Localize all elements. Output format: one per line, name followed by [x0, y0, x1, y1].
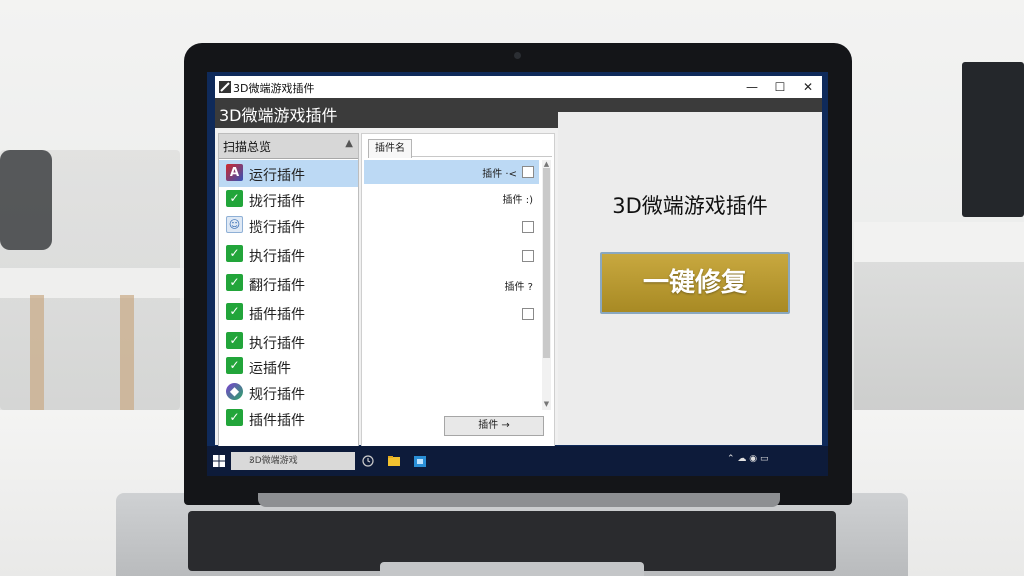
file-explorer-icon[interactable] — [387, 454, 401, 468]
list-item[interactable]: A 运行插件 — [219, 160, 358, 187]
store-icon[interactable] — [413, 454, 427, 468]
background-desk — [0, 268, 190, 298]
list-item[interactable]: ✓ 运插件 — [219, 353, 358, 380]
list-item-label: 揽行插件 — [249, 220, 305, 236]
minimize-button[interactable]: — — [739, 77, 765, 97]
tab-divider — [412, 156, 552, 157]
detail-row[interactable]: 插件 :) — [364, 186, 539, 210]
system-tray-icons[interactable]: ⌃ ☁ ◉ ▭ — [727, 454, 768, 464]
row-checkbox[interactable] — [522, 221, 534, 233]
repair-panel: 3D微端游戏插件 一键修复 — [558, 112, 822, 445]
webcam — [514, 52, 521, 59]
detail-row[interactable] — [364, 244, 539, 268]
task-view-icon[interactable] — [361, 454, 375, 468]
check-icon: ✓ — [226, 303, 243, 320]
scroll-down-icon[interactable]: ▼ — [542, 400, 551, 408]
app-window: 3D微端游戏插件 — ☐ ✕ 3D微端游戏插件 扫描总览 ▲ A 运行插件 ✓ … — [215, 76, 822, 447]
check-icon: ✓ — [226, 190, 243, 207]
windows-start-icon[interactable] — [213, 455, 225, 467]
list-item[interactable]: ✓ 插件插件 — [219, 299, 358, 326]
background-desk-leg — [120, 295, 134, 415]
check-icon: ✓ — [226, 357, 243, 374]
detail-row[interactable] — [364, 215, 539, 239]
window-title: 3D微端游戏插件 — [233, 82, 315, 95]
vertical-scrollbar[interactable]: ▲ ▼ — [542, 160, 551, 410]
repair-panel-title: 3D微端游戏插件 — [612, 194, 768, 218]
row-checkbox[interactable] — [522, 308, 534, 320]
maximize-button[interactable]: ☐ — [767, 77, 793, 97]
background-desk-leg — [30, 295, 44, 415]
taskbar: 3D微端游戏 › ⌃ ☁ ◉ ▭ — [207, 446, 828, 476]
background-cabinet — [854, 262, 1024, 412]
background-desk-right — [854, 222, 1024, 262]
title-bar: 3D微端游戏插件 — ☐ ✕ — [215, 76, 822, 98]
scan-list-header-label: 扫描总览 — [223, 140, 272, 154]
app-header-title: 3D微端游戏插件 — [219, 106, 338, 125]
detail-row-value: 插件 ? — [504, 282, 534, 293]
scan-list-panel: 扫描总览 ▲ A 运行插件 ✓ 拢行插件 ☺ 揽行插件 ✓ 执行插件 ✓ 翻行插… — [218, 133, 359, 447]
list-item-label: 运插件 — [249, 361, 291, 377]
check-icon: ✓ — [226, 332, 243, 349]
check-icon: ✓ — [226, 245, 243, 262]
one-click-repair-button[interactable]: 一键修复 — [600, 252, 790, 314]
list-item-label: 插件插件 — [249, 413, 305, 429]
list-item-label: 翻行插件 — [249, 278, 305, 294]
taskbar-search-box[interactable]: 3D微端游戏 › — [231, 452, 355, 470]
list-item-label: 拢行插件 — [249, 194, 305, 210]
list-item[interactable]: ◆ 规行插件 — [219, 379, 358, 406]
app-logo-icon — [219, 81, 231, 93]
detail-row-value: 插件 :) — [502, 195, 533, 206]
app-icon: A — [226, 164, 243, 181]
laptop-screen: 3D微端游戏插件 — ☐ ✕ 3D微端游戏插件 扫描总览 ▲ A 运行插件 ✓ … — [207, 72, 828, 476]
list-item[interactable]: ✓ 执行插件 — [219, 241, 358, 268]
list-item-label: 插件插件 — [249, 307, 305, 323]
background-monitor — [962, 62, 1024, 217]
check-icon: ✓ — [226, 409, 243, 426]
list-item[interactable]: ☺ 揽行插件 — [219, 212, 358, 239]
list-item-label: 执行插件 — [249, 336, 305, 352]
scroll-up-icon[interactable]: ▲ — [542, 160, 551, 168]
user-icon: ☺ — [226, 216, 243, 233]
scan-list-header[interactable]: 扫描总览 ▲ — [219, 134, 358, 159]
sort-arrow-icon: ▲ — [345, 138, 353, 149]
scrollbar-thumb[interactable] — [543, 168, 550, 358]
list-item-label: 规行插件 — [249, 387, 305, 403]
list-item-label: 运行插件 — [249, 168, 305, 184]
detail-row-value: 插件 ·< — [482, 169, 517, 180]
list-item[interactable]: ✓ 拢行插件 — [219, 186, 358, 213]
list-item[interactable]: ✓ 执行插件 — [219, 328, 358, 355]
list-item-label: 执行插件 — [249, 249, 305, 265]
detail-row[interactable]: 插件 ·< — [364, 160, 539, 184]
detail-row[interactable]: 插件 ? — [364, 273, 539, 297]
trackpad — [380, 562, 644, 576]
list-item[interactable]: ✓ 插件插件 — [219, 405, 358, 432]
list-item[interactable]: ✓ 翻行插件 — [219, 270, 358, 297]
plugin-action-button[interactable]: 插件 → — [444, 416, 544, 436]
row-checkbox[interactable] — [522, 250, 534, 262]
background-chair — [0, 150, 52, 250]
laptop-hinge — [258, 493, 780, 507]
chevron-right-icon: › — [249, 456, 253, 466]
close-button[interactable]: ✕ — [795, 77, 821, 97]
gem-icon: ◆ — [226, 383, 243, 400]
check-icon: ✓ — [226, 274, 243, 291]
row-checkbox[interactable] — [522, 166, 534, 178]
detail-row[interactable] — [364, 302, 539, 326]
plugin-detail-panel: 插件名 插件 ·< 插件 :) 插件 ? ▲ ▼ 插件 → — [361, 133, 555, 447]
tab-plugin-name[interactable]: 插件名 — [368, 139, 412, 158]
